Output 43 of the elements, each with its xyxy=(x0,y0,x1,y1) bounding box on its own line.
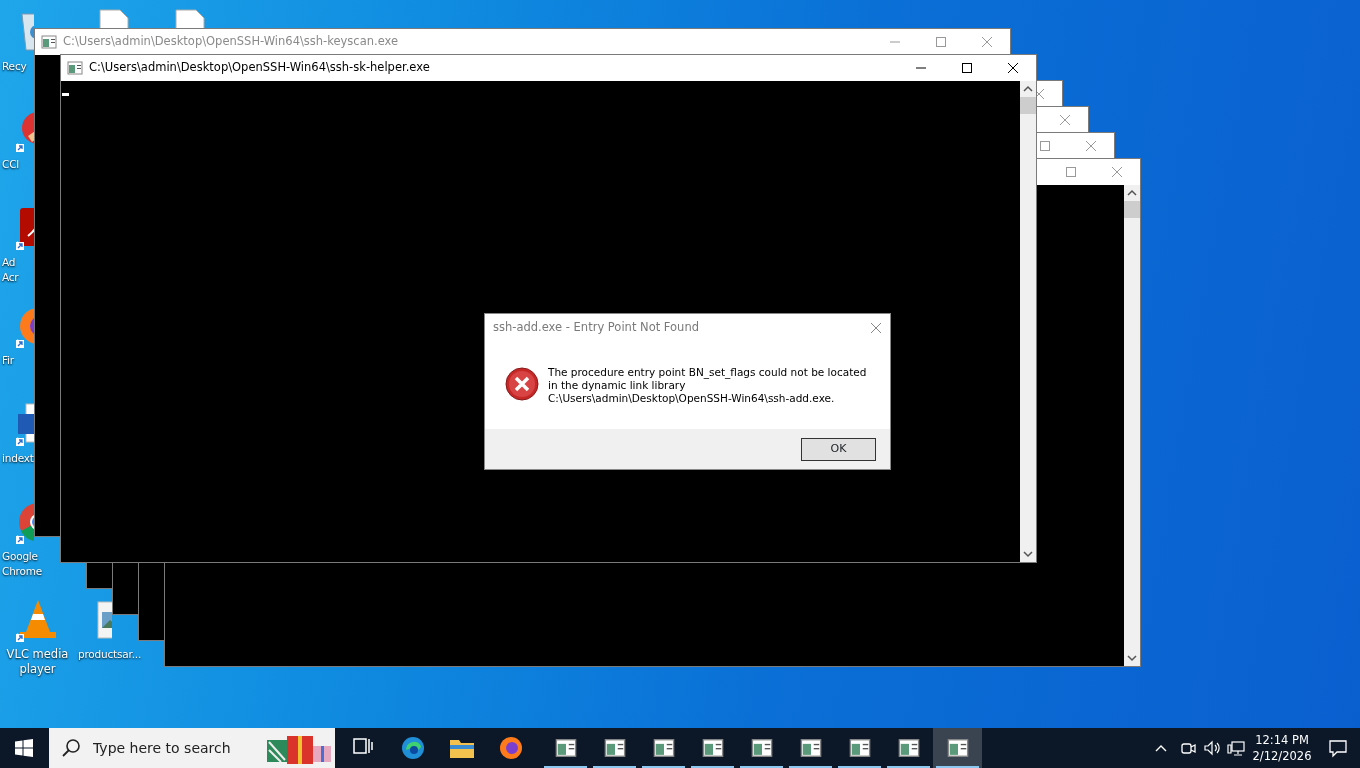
search-icon xyxy=(61,738,81,758)
console-icon xyxy=(652,737,675,759)
scrollbar[interactable] xyxy=(1124,185,1140,666)
icon-label: VLC media player xyxy=(6,647,69,677)
maximize-icon[interactable] xyxy=(962,63,972,73)
notification-icon[interactable] xyxy=(1328,738,1348,758)
console-icon xyxy=(946,737,969,759)
close-icon[interactable] xyxy=(1008,63,1018,73)
browser-icon[interactable] xyxy=(497,735,524,761)
console-icon xyxy=(750,737,773,759)
ok-button[interactable]: OK xyxy=(801,437,876,461)
console-icon xyxy=(554,737,577,759)
scroll-thumb[interactable] xyxy=(1124,201,1140,218)
icon-label: Google Chrome xyxy=(1,549,42,579)
clock-date: 2/12/2026 xyxy=(1251,748,1313,764)
icon-label: Fir xyxy=(1,353,14,368)
search-box[interactable]: Type here to search xyxy=(49,728,335,768)
console-icon xyxy=(41,34,57,50)
icon-label: indext xyxy=(1,451,34,466)
window-title: C:\Users\admin\Desktop\OpenSSH-Win64\ssh-sk-helper.exe xyxy=(89,59,430,77)
clock-time: 12:14 PM xyxy=(1254,732,1310,748)
console-icon xyxy=(603,737,626,759)
icon-label: Ad Acr xyxy=(1,255,19,285)
console-icon xyxy=(701,737,724,759)
icon-label: Recy xyxy=(1,59,27,74)
scrollbar[interactable] xyxy=(1020,81,1036,562)
search-field[interactable]: Type here to search xyxy=(91,736,261,760)
volume-icon[interactable] xyxy=(1203,739,1221,757)
icon-label: CCl xyxy=(1,157,19,172)
window-title: C:\Users\admin\Desktop\OpenSSH-Win64\ssh-keyscan.exe xyxy=(63,33,399,51)
network-icon[interactable] xyxy=(1227,739,1245,757)
error-icon xyxy=(505,367,539,401)
error-message: The procedure entry point BN_set_flags could not be located in the dynamic link library C:\Users\admin\Desktop\OpenSSH-Win64\ssh-add.exe. xyxy=(548,366,867,405)
console-icon xyxy=(848,737,871,759)
browser-icon[interactable] xyxy=(399,735,426,761)
icon-label: productsar... xyxy=(77,647,142,662)
console-icon xyxy=(799,737,822,759)
dialog-title: ssh-add.exe - Entry Point Not Found xyxy=(493,319,699,337)
console-icon xyxy=(897,737,920,759)
console-icon xyxy=(67,60,83,76)
scroll-thumb[interactable] xyxy=(1020,97,1036,114)
taskbar-app[interactable] xyxy=(933,728,982,768)
windows-start-icon[interactable] xyxy=(15,739,33,757)
